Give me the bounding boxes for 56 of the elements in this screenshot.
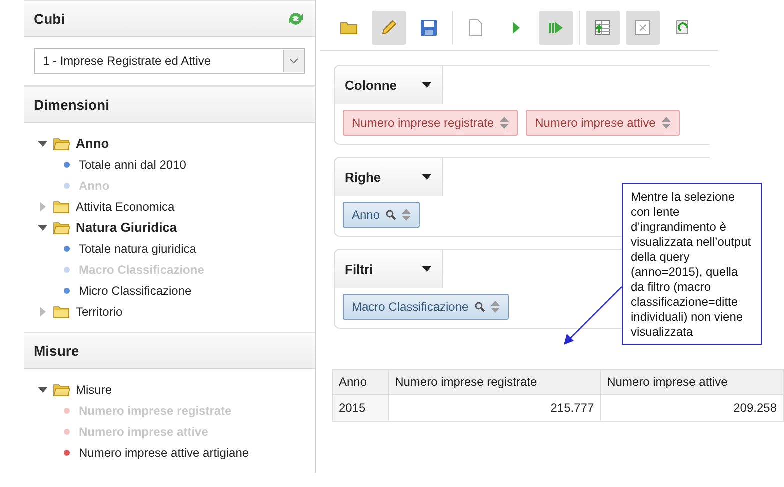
tree-folder[interactable]: Misure	[76, 382, 112, 396]
expand-arrow-icon[interactable]	[38, 306, 48, 316]
sort-icon[interactable]	[490, 301, 500, 313]
expand-arrow-icon[interactable]	[38, 202, 48, 212]
toolbar-button[interactable]	[539, 11, 573, 45]
toolbar-button[interactable]	[372, 11, 406, 45]
caret-icon	[422, 266, 432, 272]
tree-item[interactable]: Numero imprese attive artigiane	[79, 446, 250, 460]
panel-title: Misure	[34, 342, 80, 358]
chevron-down-icon	[289, 58, 299, 64]
axis-header[interactable]: Righe	[335, 158, 443, 196]
panel-title: Dimensioni	[34, 96, 110, 112]
tree-folder[interactable]: Territorio	[76, 304, 123, 318]
panel-title: Cubi	[34, 10, 66, 26]
field-chip[interactable]: Numero imprese registrate	[343, 110, 518, 136]
collapse-arrow-icon[interactable]	[38, 222, 48, 232]
tree-folder[interactable]: Anno	[76, 136, 110, 151]
search-icon	[474, 302, 485, 312]
save-icon	[419, 18, 439, 38]
open-folder-icon	[53, 136, 71, 150]
column-header: Numero imprese registrate	[388, 370, 601, 394]
sort-icon[interactable]	[500, 117, 510, 129]
toolbar-button[interactable]	[586, 11, 620, 45]
column-header: Anno	[332, 370, 389, 394]
cube-select[interactable]: 1 - Imprese Registrate ed Attive	[34, 48, 305, 74]
column-header: Numero imprese attive	[600, 370, 784, 394]
callout-note: Mentre la selezione con lente d’ingrandimento è visualizzata nell’output della query (anno=2015), quella da filtro (macro classificazione=ditte individuali) non viene visualizzata	[622, 183, 762, 345]
axis-header[interactable]: Filtri	[335, 250, 443, 288]
tree-folder[interactable]: Attivita Economica	[76, 200, 175, 214]
folder-icon	[53, 304, 71, 318]
table-cell: 2015	[332, 394, 389, 422]
tree-item[interactable]: Totale anni dal 2010	[79, 158, 186, 172]
field-chip[interactable]: Macro Classificazione	[343, 294, 509, 320]
leader-line	[564, 286, 622, 345]
table-cell: 209.258	[600, 394, 784, 422]
open-folder-icon	[53, 382, 71, 396]
table-icon	[593, 18, 613, 38]
caret-icon	[422, 82, 432, 88]
field-chip[interactable]: Anno	[343, 202, 420, 228]
axis-header[interactable]: Colonne	[335, 66, 443, 104]
refresh-icon[interactable]	[287, 10, 305, 26]
collapse-arrow-icon[interactable]	[38, 138, 48, 148]
tree-item[interactable]: Micro Classificazione	[79, 284, 192, 298]
field-chip[interactable]: Numero imprese attive	[526, 110, 680, 136]
sort-icon[interactable]	[662, 117, 671, 129]
table-icon	[633, 18, 653, 38]
caret-icon	[422, 174, 432, 180]
table-cell: 215.777	[388, 394, 601, 422]
collapse-arrow-icon[interactable]	[38, 384, 48, 394]
tree-item[interactable]: Totale natura giuridica	[79, 242, 196, 256]
open-folder-icon	[53, 220, 71, 234]
search-icon	[386, 210, 396, 220]
sort-icon[interactable]	[402, 209, 412, 221]
toolbar-button[interactable]	[626, 11, 660, 45]
folder-icon	[53, 200, 71, 214]
tree-folder[interactable]: Natura Giuridica	[76, 220, 178, 235]
